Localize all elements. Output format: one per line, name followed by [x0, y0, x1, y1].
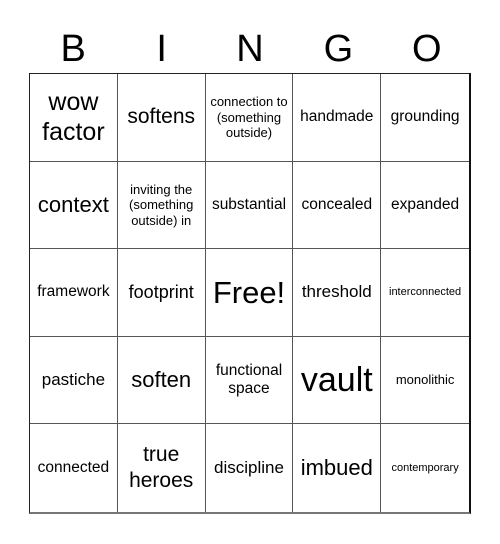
bingo-cell-r2c3[interactable]: substantial [205, 161, 294, 250]
bingo-cell-r5c3[interactable]: discipline [206, 424, 294, 512]
header-letter-b: B [60, 28, 86, 70]
header-letter-i: I [156, 28, 167, 70]
bingo-cell-r2c4[interactable]: concealed [293, 161, 382, 250]
bingo-cell-r1c1[interactable]: wow factor [30, 74, 118, 162]
bingo-cell-r4c5[interactable]: monolithic [381, 337, 469, 425]
bingo-cell-r1c3[interactable]: connection to (something outside) [205, 74, 294, 162]
bingo-cell-r3c4[interactable]: threshold [293, 249, 382, 337]
bingo-cell-r5c5[interactable]: contemporary [381, 424, 469, 512]
bingo-cell-r1c5[interactable]: grounding [381, 74, 469, 162]
bingo-cell-r4c3[interactable]: functional space [205, 336, 294, 425]
bingo-header: B I N G O [29, 26, 471, 72]
bingo-board: wow factor softens connection to (someth… [29, 73, 471, 514]
header-letter-n: N [236, 28, 264, 70]
bingo-cell-r3c1[interactable]: framework [30, 249, 118, 337]
bingo-cell-r1c4[interactable]: handmade [293, 74, 382, 162]
bingo-cell-r4c2[interactable]: soften [117, 336, 206, 425]
bingo-cell-r5c4[interactable]: imbued [293, 424, 382, 512]
bingo-cell-r3c5[interactable]: interconnected [381, 249, 469, 337]
bingo-cell-r2c1[interactable]: context [30, 161, 118, 250]
header-letter-g: G [323, 28, 354, 70]
bingo-cell-r5c2[interactable]: true heroes [118, 424, 206, 512]
header-letter-o: O [412, 28, 442, 70]
free-space-cell[interactable]: Free! [205, 249, 294, 337]
bingo-cell-r4c1[interactable]: pastiche [30, 336, 118, 425]
bingo-cell-r2c2[interactable]: inviting the (something outside) in [117, 161, 206, 250]
bingo-cell-r1c2[interactable]: softens [117, 74, 206, 162]
bingo-cell-r5c1[interactable]: connected [30, 424, 118, 512]
bingo-cell-r2c5[interactable]: expanded [381, 162, 469, 250]
bingo-cell-r4c4[interactable]: vault [293, 336, 382, 425]
bingo-cell-r3c2[interactable]: footprint [117, 249, 206, 337]
